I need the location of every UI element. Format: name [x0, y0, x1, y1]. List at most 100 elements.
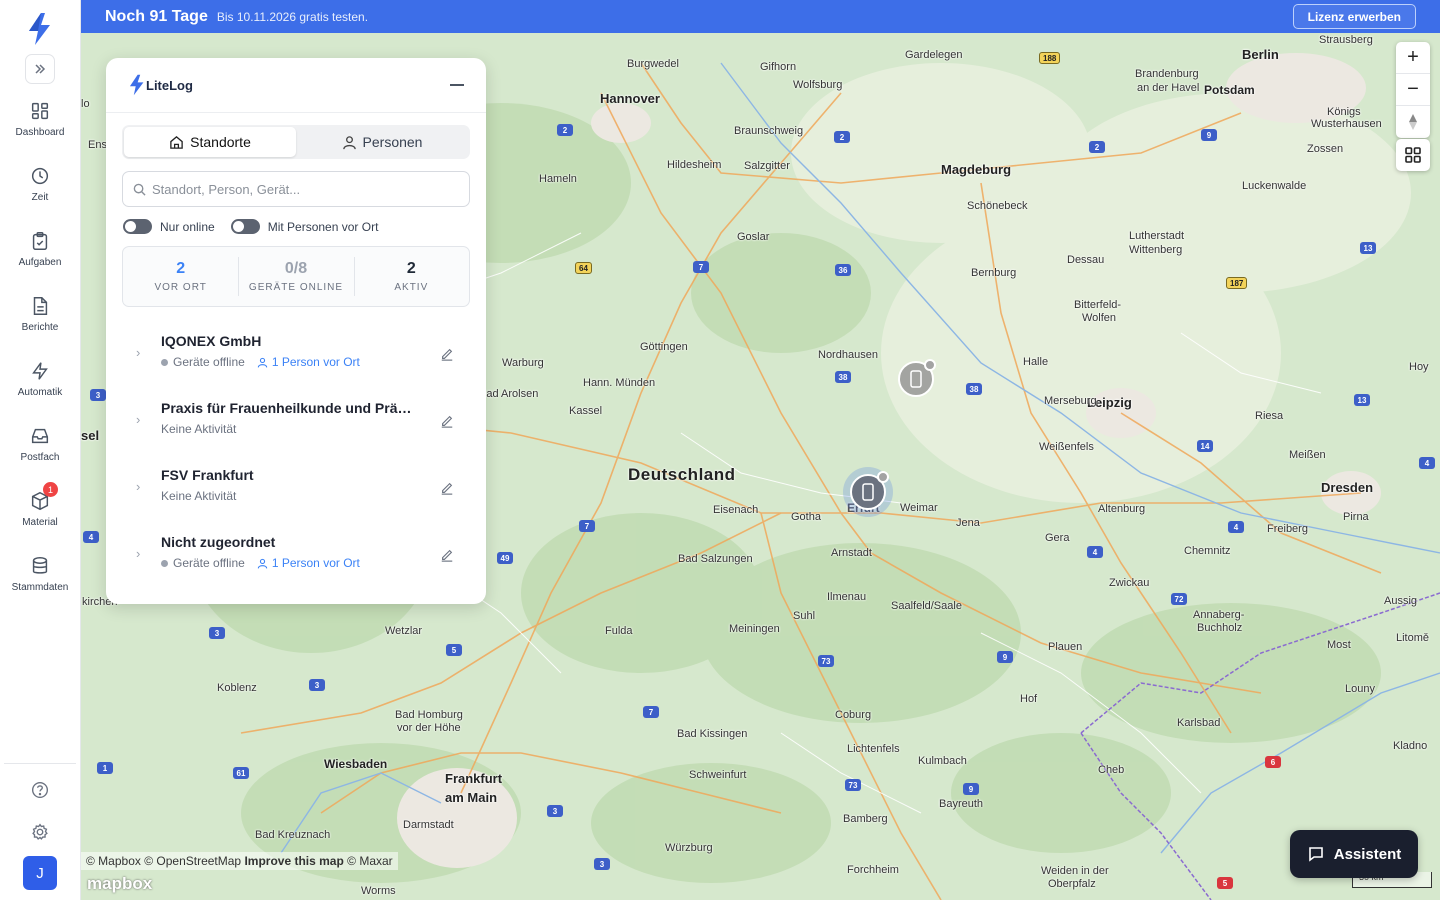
town-label: Dessau	[1067, 254, 1105, 266]
location-row[interactable]: › FSV Frankfurt Keine Aktivität	[106, 455, 486, 522]
town-label: Bad Arolsen	[479, 388, 539, 400]
user-avatar[interactable]: J	[23, 856, 57, 890]
persons-on-site: 1 Person vor Ort	[257, 355, 360, 369]
town-label: Most	[1327, 639, 1351, 651]
map-style-button[interactable]	[1396, 139, 1430, 171]
nav-label: Zeit	[31, 192, 49, 203]
town-label: Karlsbad	[1177, 717, 1221, 729]
nav-item-aufgaben[interactable]: Aufgaben	[0, 228, 80, 284]
search-icon	[133, 183, 146, 196]
zoom-out-button[interactable]: −	[1396, 74, 1430, 106]
town-label: Weimar	[900, 502, 938, 514]
attribution-mapbox[interactable]: © Mapbox	[86, 854, 141, 868]
road-shield: 64	[575, 262, 592, 274]
buy-license-button[interactable]: Lizenz erwerben	[1292, 4, 1416, 29]
location-status: Geräte offline	[173, 355, 245, 369]
location-row[interactable]: › Nicht zugeordnet Geräte offline 1 Pers…	[106, 522, 486, 589]
stat-geraete-online: 0/8 GERÄTE ONLINE	[238, 247, 353, 306]
tab-personen[interactable]: Personen	[296, 127, 468, 157]
panel-header: LiteLog	[106, 58, 486, 113]
mapbox-logo[interactable]: mapbox	[87, 874, 152, 894]
edit-icon[interactable]	[440, 548, 454, 562]
town-label: Kulmbach	[918, 755, 967, 767]
town-label: Hameln	[539, 173, 577, 185]
road-shield: 2	[1089, 141, 1105, 153]
town-label: Plauen	[1048, 641, 1083, 653]
town-label: Halle	[1023, 356, 1049, 368]
location-row[interactable]: › IQONEX GmbH Geräte offline 1 Person vo…	[106, 321, 486, 388]
nav-item-stammdaten[interactable]: Stammdaten	[0, 553, 80, 609]
status-dot	[161, 358, 168, 366]
nav-item-material[interactable]: 1 Material	[0, 482, 80, 544]
town-label: Burgwedel	[627, 58, 679, 70]
filter-toggles: Nur online Mit Personen vor Ort	[123, 219, 469, 234]
help-icon[interactable]	[29, 779, 51, 801]
attribution-maxar[interactable]: © Maxar	[347, 854, 393, 868]
attribution-osm[interactable]: © OpenStreetMap	[144, 854, 241, 868]
zoom-in-button[interactable]: +	[1396, 42, 1430, 74]
tab-standorte[interactable]: Standorte	[124, 127, 296, 157]
road-shield: 4	[1419, 457, 1435, 469]
edit-icon[interactable]	[440, 414, 454, 428]
minimize-panel-button[interactable]	[450, 84, 464, 86]
road-shield: 2	[557, 124, 573, 136]
compass-icon	[1409, 114, 1417, 130]
road-shield: 7	[579, 520, 595, 532]
chat-icon	[1308, 847, 1323, 862]
locations-panel: LiteLog Standorte Personen Nur online Mi…	[106, 58, 486, 604]
city-label: Magdeburg	[941, 162, 1012, 177]
town-label: Bad Kissingen	[677, 728, 748, 740]
town-label: Kassel	[569, 405, 603, 417]
chevron-right-icon[interactable]: ›	[136, 345, 146, 360]
road-shield: 73	[818, 655, 834, 667]
town-label: Ilmenau	[827, 591, 867, 603]
road-shield: 1	[97, 762, 113, 774]
town-label: Bad Kreuznach	[255, 829, 331, 841]
road-shield: 4	[83, 531, 99, 543]
location-row[interactable]: › Praxis für Frauenheilkunde und Pränata…	[106, 388, 486, 455]
litelog-logo-icon	[129, 74, 144, 96]
town-label: Nordhausen	[818, 349, 878, 361]
gear-icon[interactable]	[29, 821, 51, 843]
improve-map-link[interactable]: Improve this map	[244, 854, 343, 868]
nav-item-zeit[interactable]: Zeit	[0, 163, 80, 219]
location-marker-offline[interactable]	[898, 359, 936, 397]
persons-on-site-toggle[interactable]	[230, 219, 260, 234]
road-shield: 36	[835, 264, 851, 276]
town-label: Oberpfalz	[1048, 878, 1096, 890]
status-dot	[161, 559, 168, 567]
app-logo-icon[interactable]	[26, 12, 54, 46]
chevron-right-icon[interactable]: ›	[136, 412, 146, 427]
nav-label: Automatik	[17, 387, 63, 398]
edit-icon[interactable]	[440, 481, 454, 495]
road-shield: 9	[1201, 129, 1217, 141]
trial-banner: Noch 91 Tage Bis 10.11.2026 gratis teste…	[81, 0, 1440, 33]
road-shield: 14	[1197, 440, 1213, 452]
nav-item-berichte[interactable]: Berichte	[0, 293, 80, 349]
nav-item-postfach[interactable]: Postfach	[0, 423, 80, 479]
town-label: Aussig	[1384, 595, 1418, 607]
town-label: Fulda	[605, 625, 633, 637]
town-label: Weißenfels	[1039, 441, 1094, 453]
town-label: Arnstadt	[831, 547, 872, 559]
assistant-button[interactable]: Assistent	[1290, 830, 1418, 878]
edit-icon[interactable]	[440, 347, 454, 361]
nav-item-dashboard[interactable]: Dashboard	[0, 98, 80, 154]
compass-button[interactable]	[1396, 106, 1430, 138]
stat-value: 0/8	[284, 260, 308, 277]
device-icon	[862, 483, 874, 501]
chevron-right-icon[interactable]: ›	[136, 479, 146, 494]
search-input[interactable]	[152, 181, 452, 197]
chevron-right-icon[interactable]: ›	[136, 546, 146, 561]
stat-vor-ort: 2 VOR ORT	[123, 247, 238, 306]
town-label: Koblenz	[217, 682, 257, 694]
stats-box: 2 VOR ORT 0/8 GERÄTE ONLINE 2 AKTIV	[122, 246, 470, 307]
expand-sidebar-button[interactable]	[25, 54, 55, 84]
location-marker-active[interactable]	[843, 467, 893, 517]
person-icon	[257, 558, 268, 568]
sidebar: Dashboard Zeit Aufgaben Berichte Automat…	[0, 0, 81, 900]
nav-item-automatik[interactable]: Automatik	[0, 358, 80, 414]
road-shield: 72	[1171, 593, 1187, 605]
online-only-toggle[interactable]	[123, 219, 152, 234]
town-label: Darmstadt	[403, 819, 454, 831]
